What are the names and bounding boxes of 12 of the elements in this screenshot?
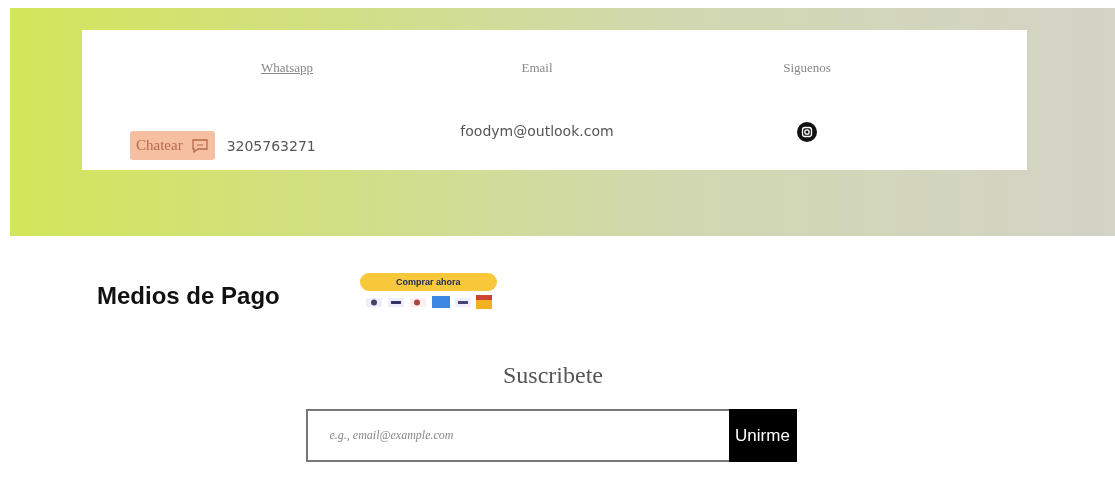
column-heading: Siguenos: [783, 60, 831, 75]
join-button[interactable]: Unirme: [728, 409, 797, 462]
section-title: Medios de Pago: [97, 281, 280, 310]
email-field[interactable]: e.g., email@example.com: [305, 409, 729, 462]
email-address: foodym@outlook.com: [460, 122, 614, 139]
chat-bubble-icon: [190, 138, 209, 154]
phone-number: 3205763271: [226, 137, 316, 154]
column-heading: Email: [521, 60, 553, 75]
column-heading: Whatsapp: [261, 60, 313, 75]
instagram-icon[interactable]: [797, 121, 817, 142]
buy-now-button[interactable]: Comprar ahora: [359, 273, 497, 291]
subscribe-title: Suscribete: [503, 362, 603, 389]
